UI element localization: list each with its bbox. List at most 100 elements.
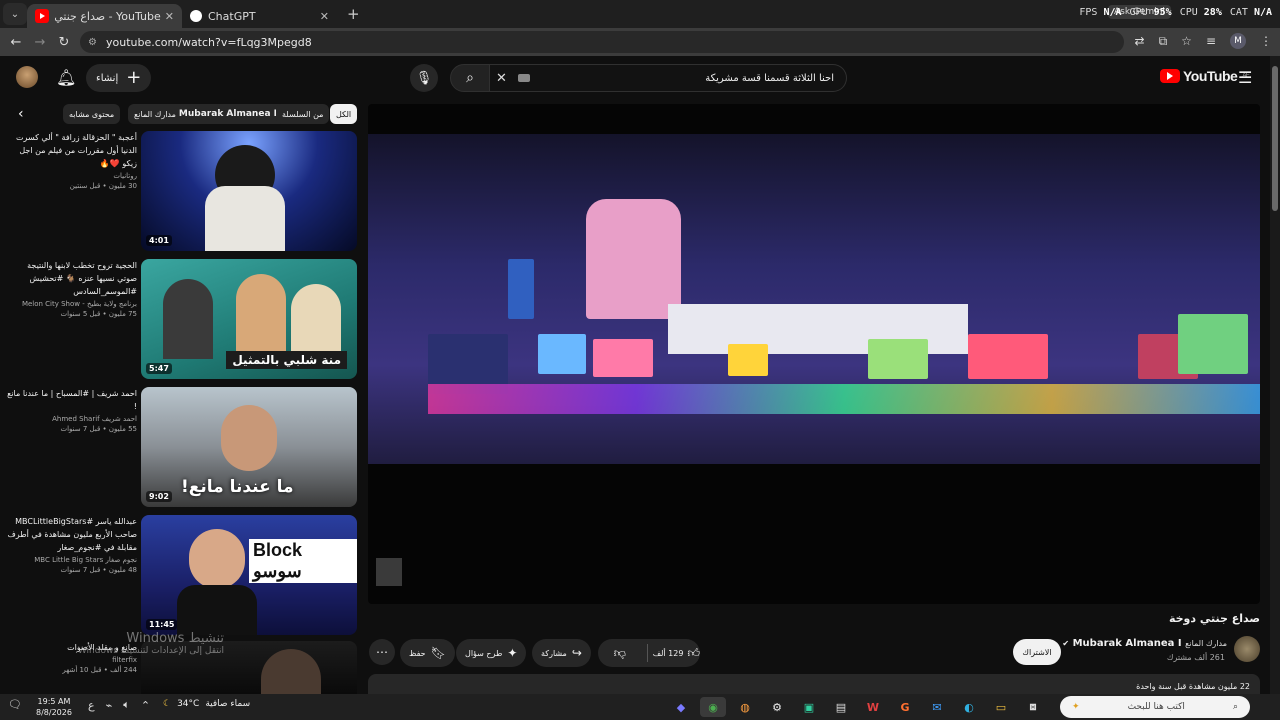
rec-title[interactable]: عبدالله ياسر #MBCLittleBigStars صاحب الأ… — [6, 515, 138, 554]
cpu-value: 28% — [1203, 7, 1222, 18]
thumb-figure — [236, 274, 286, 359]
store-icon[interactable]: ▤ — [828, 697, 854, 717]
channel-name[interactable]: مدارك المانع Mubarak Almanea I ✔ — [1062, 638, 1227, 649]
rec-views: 55 مليون — [108, 425, 137, 433]
account-avatar[interactable] — [16, 66, 38, 88]
site-info-icon[interactable]: ⚙ — [88, 37, 97, 48]
chrome-icon[interactable]: ◉ — [700, 697, 726, 717]
recommendation-item[interactable]: عبدالله ياسر #MBCLittleBigStars صاحب الأ… — [6, 515, 357, 635]
verified-check-icon: ✔ — [1062, 639, 1070, 648]
rec-channel[interactable]: برنامج ولاية بطيخ - Melon City Show — [6, 300, 137, 308]
reload-icon[interactable]: ↻ — [52, 35, 76, 50]
firefox-icon[interactable]: ◍ — [732, 697, 758, 717]
wps-office-icon[interactable]: W — [860, 697, 886, 717]
input-language[interactable]: ع — [88, 699, 95, 712]
subscribe-button[interactable]: الاشتراك — [1013, 639, 1061, 665]
back-arrow-icon[interactable]: ← — [4, 35, 28, 50]
scrollbar-thumb[interactable] — [1272, 66, 1278, 211]
notifications-bell-icon[interactable]: 🔔︎ — [56, 68, 76, 87]
reading-list-icon[interactable]: ≡ — [1206, 34, 1216, 48]
stage-prop — [728, 344, 768, 376]
keyboard-icon[interactable] — [518, 74, 530, 82]
watermark-line2: انتقل إلى الإعدادات لتنشيط Windows. — [74, 646, 224, 656]
weather-widget[interactable]: ☾ 34°C سماء صافية — [163, 699, 250, 709]
recommendation-item[interactable]: احمد شريف | #المسباح | ما عندنا مانع ! ا… — [6, 387, 357, 507]
tab-chatgpt[interactable]: ChatGPT ✕ — [182, 4, 337, 28]
task-view-icon[interactable]: ⧈ — [1020, 697, 1046, 717]
thumb-overlay-text: منة شلبي بالتمثيل — [226, 351, 347, 369]
youtube-logo[interactable]: YouTube AE — [1160, 68, 1250, 84]
taskbar-clock[interactable]: 19:5 AM 8/8/2026 — [36, 696, 72, 718]
media-player-icon[interactable]: ◆ — [668, 697, 694, 717]
edge-icon[interactable]: ◐ — [956, 697, 982, 717]
voice-search-mic-icon[interactable]: 🎙︎ — [410, 64, 438, 92]
profile-avatar[interactable]: M — [1230, 33, 1246, 49]
file-explorer-icon[interactable]: ▭ — [988, 697, 1014, 717]
show-hidden-icons-chevron-icon[interactable]: ⌃ — [141, 699, 150, 712]
forward-arrow-icon[interactable]: → — [28, 35, 52, 50]
chevron-left-icon[interactable]: ‹ — [18, 106, 34, 122]
more-actions-icon[interactable]: ⋯ — [369, 639, 395, 665]
sparkle-icon: ✦ — [507, 646, 518, 660]
install-app-icon[interactable]: ⧉ — [1159, 34, 1168, 49]
chip-channel-name: Mubarak Almanea I — [178, 109, 277, 119]
notifications-icon[interactable]: 🗨︎ — [8, 698, 22, 711]
chip-all[interactable]: الكل — [330, 104, 358, 124]
bookmark-star-icon[interactable]: ☆ — [1181, 34, 1192, 48]
browser-menu-icon[interactable]: ⋮ — [1260, 34, 1272, 48]
rec-title[interactable]: الحجية تروح تخطب لابنها والنتيجة صوتي نس… — [6, 259, 137, 298]
rec-thumbnail[interactable]: منة شلبي بالتمثيل 5:47 — [141, 259, 357, 379]
stage-prop — [868, 339, 928, 379]
video-frame — [368, 134, 1260, 464]
taskbar-search-box[interactable]: ⌕ اكتب هنا للبحث ✦ — [1060, 696, 1250, 718]
rec-channel[interactable]: روتانيات — [6, 172, 137, 180]
save-button[interactable]: حفظ 🔖︎ — [400, 639, 455, 667]
clear-search-icon[interactable]: ✕ — [496, 71, 507, 86]
tab-youtube[interactable]: YouTube - صداع جنتي دوخة ✕ — [27, 4, 182, 28]
thumb-figure — [261, 649, 321, 694]
search-input[interactable]: ✕ احنا الثلاثة قسمنا قسة مشريكة — [490, 64, 847, 92]
app-icon[interactable]: ▣ — [796, 697, 822, 717]
address-bar[interactable]: ⚙ youtube.com/watch?v=fLqg3Mpegd8 — [80, 31, 1124, 53]
rec-thumbnail[interactable]: Block سوسو 11:45 — [141, 515, 357, 635]
video-player[interactable] — [368, 104, 1260, 604]
clock-date: 8/8/2026 — [36, 708, 72, 717]
volume-icon[interactable]: 🔈︎ — [123, 698, 130, 712]
guide-menu-icon[interactable]: ☰ — [1238, 68, 1252, 87]
settings-gear-icon[interactable]: ⚙ — [764, 697, 790, 717]
rec-channel[interactable]: احمد شريف Ahmed Sharif — [6, 415, 137, 423]
chip-channel[interactable]: مدارك المانع Mubarak Almanea I من — [128, 104, 297, 124]
like-button[interactable]: 129 ألف 👍︎ — [653, 639, 700, 667]
youtube-header: 🔔︎ إنشاء + 🎙︎ ⌕ ✕ احنا الثلاثة قسمنا قسة… — [0, 56, 1280, 100]
rec-thumbnail[interactable]: ما عندنا مانع! 9:02 — [141, 387, 357, 507]
dislike-button[interactable]: 👎︎ — [598, 639, 642, 667]
tab-search-chevron-icon[interactable]: ⌄ — [3, 3, 27, 25]
ask-button[interactable]: طرح سؤال ✦ — [456, 639, 527, 667]
translate-icon[interactable]: ⇄ — [1135, 34, 1145, 48]
channel-avatar[interactable] — [1234, 636, 1260, 662]
close-tab-icon[interactable]: ✕ — [165, 10, 174, 23]
rec-channel[interactable]: نجوم صغار MBC Little Big Stars — [6, 556, 137, 564]
recommendation-item[interactable]: الحجية تروح تخطب لابنها والنتيجة صوتي نس… — [6, 259, 357, 379]
create-button[interactable]: إنشاء + — [86, 64, 152, 92]
like-dislike-group: 👎︎ 129 ألف 👍︎ — [598, 639, 700, 667]
rec-title[interactable]: أعجبة " الحزقالة زرافة " ألي كسرت الدنيا… — [6, 131, 137, 170]
description-box[interactable]: 22 مليون مشاهدة قبل سنة واحدة — [368, 674, 1260, 694]
network-icon[interactable]: ⌁ — [106, 699, 113, 712]
close-tab-icon[interactable]: ✕ — [320, 10, 329, 23]
share-button[interactable]: مشاركة ↪ — [532, 639, 591, 667]
stage-prop — [968, 334, 1048, 379]
new-tab-button[interactable]: + — [347, 5, 360, 23]
chip-series[interactable]: من السلسلة — [276, 104, 330, 124]
chip-similar[interactable]: محتوى مشابه — [63, 104, 121, 124]
rec-title[interactable]: احمد شريف | #المسباح | ما عندنا مانع ! — [6, 387, 137, 413]
recommendation-item[interactable]: أعجبة " الحزقالة زرافة " ألي كسرت الدنيا… — [6, 131, 357, 251]
create-label: إنشاء — [96, 72, 119, 84]
watermark-line1: تنشيط Windows — [126, 631, 224, 646]
mail-icon[interactable]: ✉ — [924, 697, 950, 717]
rec-thumbnail[interactable]: 4:01 — [141, 131, 357, 251]
youtube-favicon-icon — [35, 9, 49, 23]
rec-channel[interactable]: filterfix — [6, 656, 137, 664]
g-app-icon[interactable]: G — [892, 697, 918, 717]
search-icon[interactable]: ⌕ — [450, 64, 490, 92]
